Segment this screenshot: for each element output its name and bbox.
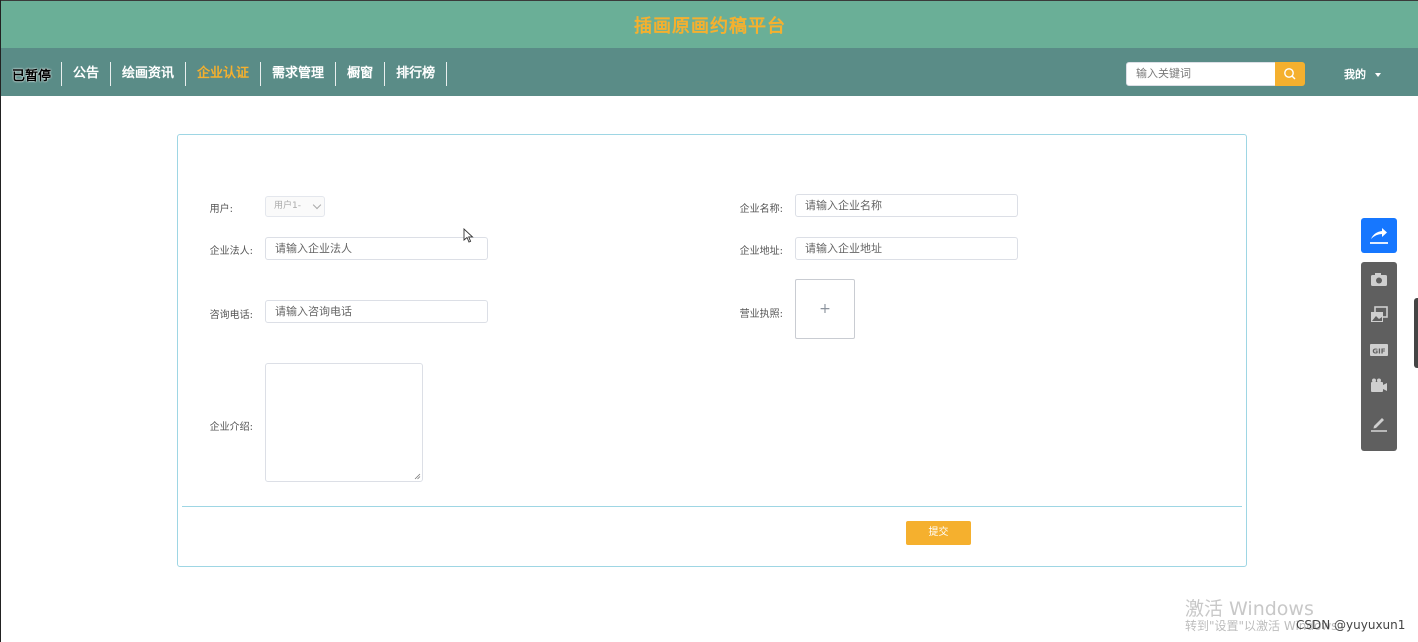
- user-menu[interactable]: 我的: [1344, 66, 1381, 82]
- mouse-cursor-icon: [463, 228, 474, 243]
- search-icon: [1284, 68, 1296, 80]
- license-label: 营业执照:: [739, 309, 783, 320]
- search-button[interactable]: [1275, 62, 1305, 86]
- legal-person-input[interactable]: 请输入企业法人: [265, 237, 488, 260]
- share-tool-button[interactable]: [1361, 218, 1397, 253]
- form-divider: [182, 506, 1242, 507]
- company-address-label: 企业地址:: [739, 246, 783, 257]
- nav-item-ranking[interactable]: 排行榜: [384, 62, 448, 86]
- search-input[interactable]: 输入关键词: [1126, 62, 1276, 86]
- caret-down-icon: [1375, 73, 1381, 77]
- phone-input[interactable]: 请输入咨询电话: [265, 300, 488, 323]
- video-icon[interactable]: [1369, 376, 1389, 396]
- chevron-down-icon: [312, 200, 322, 210]
- legal-person-label: 企业法人:: [209, 246, 253, 257]
- nav-item-enterprise-cert[interactable]: 企业认证: [185, 62, 260, 86]
- share-icon: [1370, 228, 1388, 244]
- resize-grip-icon[interactable]: [414, 473, 421, 480]
- enterprise-form-card: 用户: 用户1- 企业名称: 请输入企业名称 企业法人: 请输入企业法人 企业地…: [177, 134, 1247, 567]
- camera-icon[interactable]: [1369, 269, 1389, 289]
- company-name-input[interactable]: 请输入企业名称: [795, 194, 1018, 217]
- user-select-value: 用户1-: [274, 201, 301, 211]
- user-menu-label: 我的: [1344, 68, 1366, 81]
- csdn-watermark: CSDN @yuyuxun1: [1296, 618, 1406, 632]
- svg-text:GIF: GIF: [1372, 348, 1385, 356]
- nav-item-announcement[interactable]: 公告: [61, 62, 110, 86]
- pen-icon[interactable]: [1369, 413, 1389, 433]
- submit-button[interactable]: 提交: [906, 521, 971, 545]
- images-icon[interactable]: [1369, 305, 1389, 325]
- nav-item-demand-management[interactable]: 需求管理: [260, 62, 335, 86]
- nav-item-painting-news[interactable]: 绘画资讯: [110, 62, 185, 86]
- side-panel-handle[interactable]: [1414, 298, 1418, 368]
- capture-toolbar: GIF: [1361, 262, 1397, 451]
- license-upload[interactable]: +: [795, 279, 855, 339]
- company-address-input[interactable]: 请输入企业地址: [795, 237, 1018, 260]
- intro-textarea[interactable]: [265, 363, 423, 482]
- nav-menu: 公告 绘画资讯 企业认证 需求管理 橱窗 排行榜: [61, 62, 448, 86]
- gif-icon[interactable]: GIF: [1369, 340, 1389, 360]
- user-select[interactable]: 用户1-: [265, 196, 325, 217]
- app-header: 插画原画约稿平台: [1, 0, 1418, 48]
- intro-label: 企业介绍:: [209, 422, 253, 433]
- user-label: 用户:: [209, 204, 233, 215]
- company-name-label: 企业名称:: [739, 204, 783, 215]
- nav-item-showcase[interactable]: 橱窗: [335, 62, 384, 86]
- phone-label: 咨询电话:: [209, 310, 253, 321]
- paused-indicator: 已暂停: [12, 69, 52, 84]
- app-title: 插画原画约稿平台: [634, 16, 786, 37]
